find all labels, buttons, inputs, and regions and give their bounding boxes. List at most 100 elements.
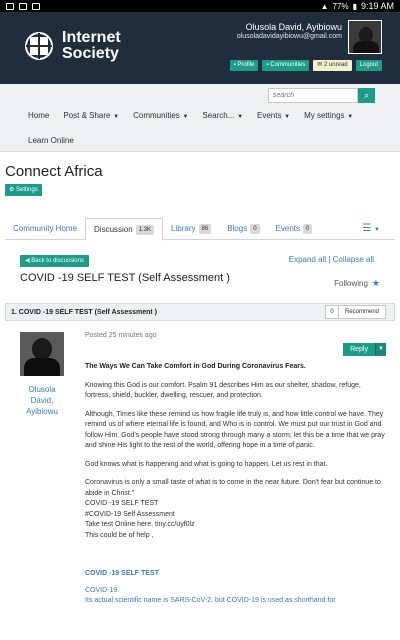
- gear-icon: ⚙: [9, 187, 17, 193]
- user-email: olusoladavidayibiowu@gmail.com: [236, 33, 342, 40]
- user-block: Olusola David, Ayibiowu olusoladavidayib…: [237, 20, 382, 54]
- nav-post-share[interactable]: Post & Share ▼: [63, 111, 119, 120]
- tab-label: Library: [171, 224, 196, 233]
- expand-collapse-links: Expand all | Collapse all: [289, 255, 374, 264]
- nav-search-label: Search...: [202, 111, 235, 120]
- tab-count-badge: 86: [198, 224, 212, 234]
- post-paragraph: Although, Times like these remind us how…: [85, 410, 385, 450]
- community-tabs: Community Home Discussion 1.3K Library 86 …: [5, 218, 395, 241]
- tab-label: Discussion: [94, 224, 133, 234]
- status-icons-right: ▲ 77% ▮ 9:19 AM: [321, 1, 394, 11]
- search-icon: ⌕: [363, 90, 370, 100]
- reply-options-dropdown[interactable]: ▼: [375, 343, 386, 356]
- tab-discussion[interactable]: Discussion 1.3K: [85, 218, 164, 241]
- message-icon: [19, 2, 27, 10]
- tab-count-badge: 0: [250, 224, 260, 234]
- nav-row-secondary: Learn Online: [28, 136, 74, 145]
- back-to-discussions-button[interactable]: ◀ Back to discussions: [20, 255, 89, 267]
- search-button[interactable]: ⌕: [358, 88, 375, 103]
- chevron-down-icon: ▼: [235, 114, 244, 120]
- nav-row-primary: Home Post & Share ▼ Communities ▼ Search…: [28, 111, 353, 120]
- main-nav: ⌕ Home Post & Share ▼ Communities ▼ Sear…: [0, 84, 400, 152]
- status-icons-left: [6, 2, 40, 10]
- battery-icon: ▮: [352, 1, 357, 11]
- profile-button[interactable]: ▪ Profile: [229, 60, 259, 71]
- post-line: COVID -19 SELF TEST: [85, 500, 159, 507]
- reply-button[interactable]: Reply: [343, 343, 375, 356]
- expand-all-link[interactable]: Expand all: [289, 255, 326, 264]
- nav-my-settings-label: My settings: [304, 111, 345, 120]
- signal-icon: ▲: [320, 1, 329, 11]
- thread-title: COVID -19 SELF TEST (Self Assessment ): [20, 272, 230, 284]
- settings-button[interactable]: ⚙ Settings: [5, 184, 42, 196]
- chevron-down-icon: ▼: [372, 227, 380, 233]
- user-buttons: ▪ Profile ▪ Communities ✉ 2 unread Logou…: [229, 60, 382, 71]
- post-paragraph: God knows what is happening and what is …: [85, 460, 328, 468]
- link-preview-description[interactable]: Its actual scientific name is SARS-CoV-2…: [85, 596, 385, 607]
- globe-logo-icon: [25, 32, 53, 60]
- post-bar-title: 1. COVID -19 SELF TEST (Self Assessment …: [11, 308, 158, 316]
- chevron-down-icon: ▼: [345, 114, 354, 120]
- collapse-all-link[interactable]: Collapse all: [333, 255, 374, 264]
- tab-library[interactable]: Library 86: [163, 218, 219, 240]
- chevron-down-icon: ▼: [111, 114, 120, 120]
- author-name-link[interactable]: Olusola David, Ayibiowu: [16, 384, 68, 417]
- avatar-head-shape: [32, 338, 52, 360]
- avatar-body-shape: [24, 358, 60, 376]
- tab-label: Events: [275, 224, 301, 233]
- avatar-body-shape: [353, 41, 379, 53]
- internet-society-logo[interactable]: Internet Society: [24, 30, 121, 62]
- post-body: The Ways We Can Take Comfort in God Duri…: [85, 362, 385, 607]
- site-header: Internet Society Olusola David, Ayibiowu…: [0, 12, 400, 84]
- star-icon: ★: [371, 278, 380, 288]
- tab-events[interactable]: Events 0: [268, 218, 321, 240]
- menu-list-icon[interactable]: ☰ ▼: [362, 223, 380, 234]
- mail-icon: [6, 2, 14, 10]
- logo-text-society: Society: [62, 45, 119, 62]
- nav-search[interactable]: Search... ▼: [202, 111, 243, 120]
- nav-events[interactable]: Events ▼: [257, 111, 290, 120]
- page-title: Connect Africa: [5, 163, 103, 180]
- author-avatar[interactable]: [20, 332, 64, 376]
- tab-count-badge: 1.3K: [135, 224, 155, 235]
- chevron-down-icon: ▼: [282, 114, 291, 120]
- logo-text-internet: Internet: [62, 29, 121, 46]
- status-bar: ▲ 77% ▮ 9:19 AM: [0, 0, 400, 12]
- notification-icon: [32, 2, 40, 10]
- nav-home[interactable]: Home: [28, 111, 49, 120]
- post-paragraph: Knowing this God is our comfort. Psalm 9…: [85, 381, 361, 400]
- user-avatar[interactable]: [348, 20, 382, 54]
- battery-level: 77%: [332, 1, 349, 11]
- tab-blogs[interactable]: Blogs 0: [219, 218, 267, 240]
- user-name[interactable]: Olusola David, Ayibiowu: [237, 22, 342, 32]
- user-names: Olusola David, Ayibiowu olusoladavidayib…: [237, 20, 342, 54]
- back-label: Back to discussions: [31, 258, 84, 264]
- nav-communities-label: Communities: [133, 111, 180, 120]
- logout-button[interactable]: Logout: [355, 60, 382, 71]
- nav-learn-online[interactable]: Learn Online: [28, 136, 74, 145]
- link-preview-subtitle[interactable]: COVID-19: [85, 586, 385, 597]
- link-preview-title[interactable]: COVID -19 SELF TEST: [85, 569, 385, 580]
- recommend-group: 0 Recommend: [324, 305, 386, 319]
- search-input[interactable]: [268, 88, 358, 103]
- nav-events-label: Events: [257, 111, 282, 120]
- recommend-count: 0: [324, 305, 339, 319]
- search-bar: ⌕: [268, 88, 375, 103]
- chevron-down-icon: ▼: [180, 114, 189, 120]
- posted-timestamp: Posted 25 minutes ago: [85, 332, 157, 339]
- tab-label: Blogs: [227, 224, 248, 233]
- communities-label: Communities: [270, 62, 306, 68]
- tab-count-badge: 0: [303, 224, 313, 234]
- reply-group: Reply ▼: [343, 343, 386, 356]
- clock: 9:19 AM: [360, 1, 394, 11]
- nav-my-settings[interactable]: My settings ▼: [304, 111, 353, 120]
- tab-community-home[interactable]: Community Home: [5, 218, 85, 240]
- post-heading: The Ways We Can Take Comfort in God Duri…: [85, 363, 306, 370]
- unread-messages-button[interactable]: ✉ 2 unread: [313, 60, 352, 71]
- following-toggle[interactable]: Following ★: [334, 278, 380, 289]
- nav-post-share-label: Post & Share: [63, 111, 111, 120]
- nav-communities[interactable]: Communities ▼: [133, 111, 188, 120]
- communities-button[interactable]: ▪ Communities: [262, 60, 310, 71]
- recommend-button[interactable]: Recommend: [338, 305, 386, 319]
- post-paragraph: Coronavirus is only a small taste of wha…: [85, 479, 381, 497]
